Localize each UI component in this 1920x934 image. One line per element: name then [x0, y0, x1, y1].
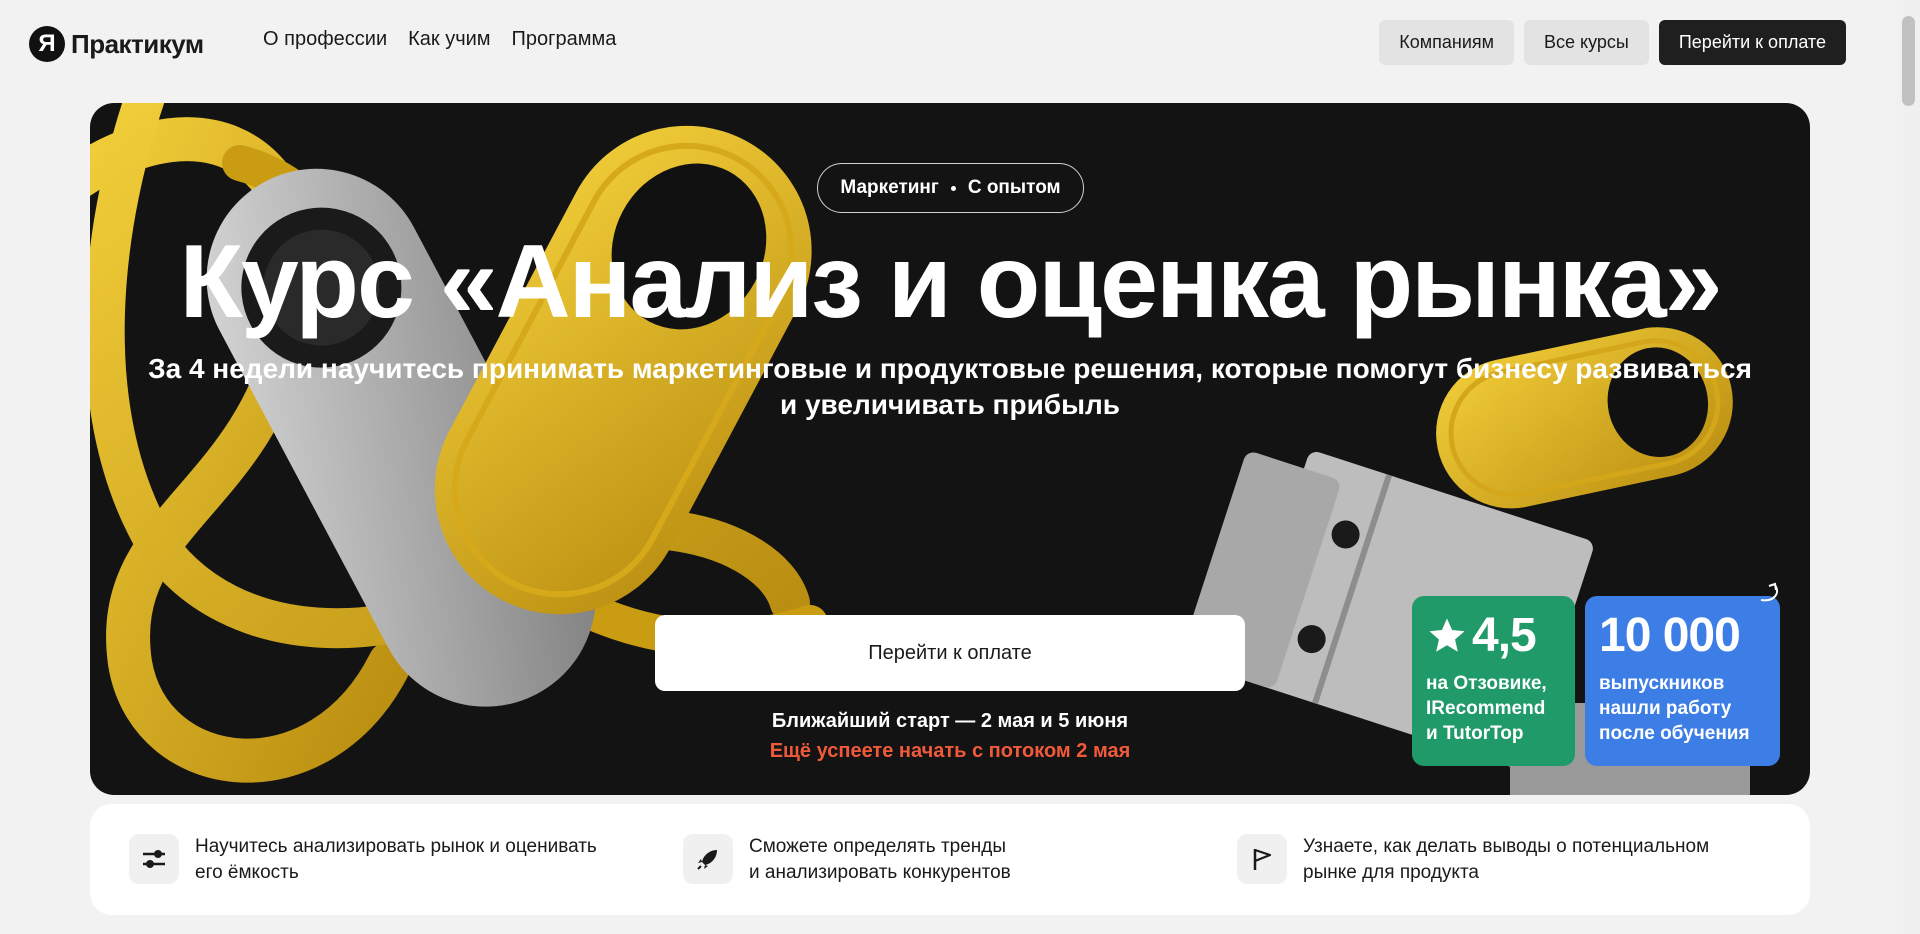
companies-button[interactable]: Компаниям — [1379, 20, 1515, 65]
hero-pay-button[interactable]: Перейти к оплате — [655, 615, 1245, 691]
star-icon — [1429, 618, 1465, 652]
page-title: Курс «Анализ и оценка рынка» — [179, 224, 1722, 340]
feature-line1: Сможете определять тренды — [749, 836, 1007, 857]
graduates-card: 10 000 выпускников нашли работу после об… — [1585, 596, 1780, 766]
header-buttons: Компаниям Все курсы Перейти к оплате — [1379, 20, 1846, 65]
logo-mark-icon: Я — [29, 26, 65, 62]
separator-dot — [950, 185, 956, 191]
main-nav: О профессии Как учим Программа — [263, 28, 616, 51]
logo[interactable]: Я Практикум — [29, 26, 204, 62]
course-tags: Маркетинг С опытом — [817, 163, 1084, 213]
feature-item: Сможете определять тренды и анализироват… — [683, 834, 1011, 886]
swap-arrow-icon[interactable] — [1757, 580, 1783, 606]
nav-about-profession[interactable]: О профессии — [263, 28, 387, 51]
graduates-caption-line1: выпускников — [1599, 673, 1725, 694]
features-strip: Научитесь анализировать рынок и оцениват… — [90, 804, 1810, 915]
rocket-icon — [683, 834, 733, 884]
hero-subtitle-line2: и увеличивать прибыль — [779, 389, 1120, 420]
feature-line1: Узнаете, как делать выводы о потенциальн… — [1303, 836, 1710, 857]
all-courses-button[interactable]: Все курсы — [1524, 20, 1649, 65]
graduates-value: 10 000 — [1599, 609, 1741, 662]
feature-text: Научитесь анализировать рынок и оцениват… — [195, 834, 597, 886]
logo-text: Практикум — [71, 28, 204, 59]
header-pay-button[interactable]: Перейти к оплате — [1658, 20, 1846, 65]
hero-subtitle-line1: За 4 недели научитесь принимать маркетин… — [148, 353, 1752, 384]
tag-experienced: С опытом — [967, 177, 1061, 198]
site-header: Я Практикум О профессии Как учим Програм… — [0, 0, 1897, 84]
nav-program[interactable]: Программа — [512, 28, 617, 51]
flag-icon — [1237, 834, 1287, 884]
feature-line1: Научитесь анализировать рынок и оцениват… — [195, 836, 597, 857]
feature-line2: и анализировать конкурентов — [749, 862, 1011, 883]
rating-caption-line2: IRecommend — [1426, 698, 1546, 719]
feature-line2: рынке для продукта — [1303, 862, 1480, 883]
rating-caption-line3: и TutorTop — [1426, 723, 1524, 744]
hero-banner: Маркетинг С опытом Курс «Анализ и оценка… — [90, 103, 1810, 795]
feature-item: Научитесь анализировать рынок и оцениват… — [129, 834, 597, 886]
graduates-caption-line2: нашли работу — [1599, 698, 1732, 719]
tag-marketing: Маркетинг — [840, 177, 939, 198]
page-scrollbar[interactable] — [1897, 0, 1920, 934]
scrollbar-thumb[interactable] — [1902, 16, 1915, 106]
feature-text: Узнаете, как делать выводы о потенциальн… — [1303, 834, 1709, 886]
nav-how-we-teach[interactable]: Как учим — [408, 28, 490, 51]
rating-card: 4,5 на Отзовике, IRecommend и TutorTop — [1412, 596, 1575, 766]
feature-item: Узнаете, как делать выводы о потенциальн… — [1237, 834, 1709, 886]
feature-line2: его ёмкость — [195, 862, 299, 883]
rating-value: 4,5 — [1472, 609, 1537, 662]
hero-subtitle: За 4 недели научитесь принимать маркетин… — [90, 351, 1810, 423]
graduates-caption-line3: после обучения — [1599, 723, 1750, 744]
feature-text: Сможете определять тренды и анализироват… — [749, 834, 1011, 886]
rating-value-row: 4,5 — [1426, 608, 1561, 663]
rating-caption: на Отзовике, IRecommend и TutorTop — [1426, 671, 1561, 746]
rating-caption-line1: на Отзовике, — [1426, 673, 1547, 694]
sliders-icon — [129, 834, 179, 884]
graduates-caption: выпускников нашли работу после обучения — [1599, 671, 1766, 746]
